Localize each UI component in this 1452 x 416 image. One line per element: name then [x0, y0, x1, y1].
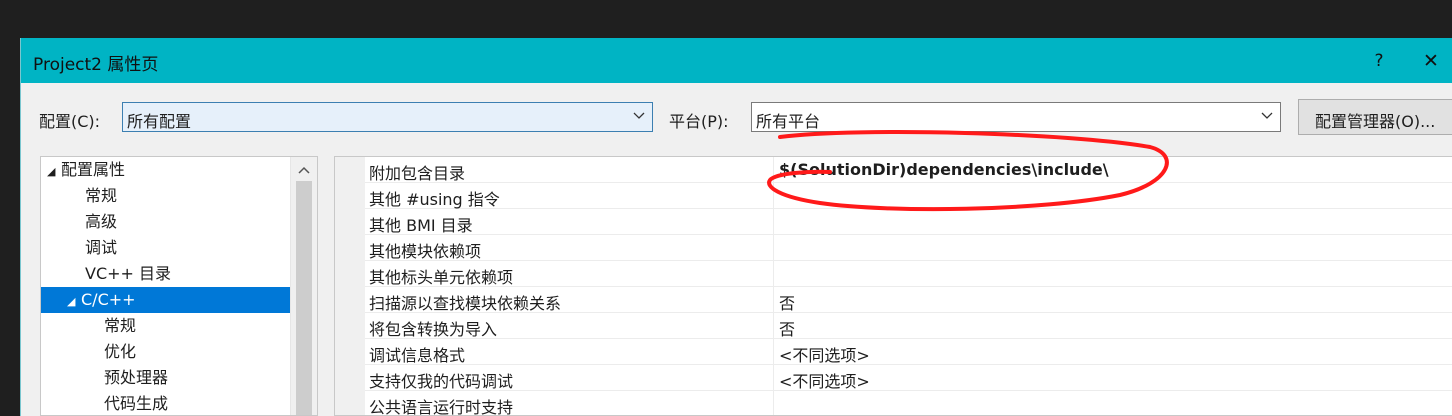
tree-item-config-properties[interactable]: ◢ 配置属性 [47, 157, 287, 183]
property-name: 其他标头单元依赖项 [369, 268, 514, 287]
column-divider [773, 313, 774, 339]
expander-icon[interactable]: ◢ [67, 289, 81, 315]
tree-item-optimization[interactable]: 优化 [104, 339, 136, 365]
property-name: 调试信息格式 [369, 346, 466, 365]
property-row[interactable]: 其他标头单元依赖项 [365, 261, 1452, 287]
configuration-manager-button[interactable]: 配置管理器(O)... [1298, 99, 1452, 135]
property-value[interactable]: 否 [779, 316, 795, 340]
scrollbar-thumb[interactable] [296, 181, 312, 415]
column-divider [773, 287, 774, 313]
property-name: 支持仅我的代码调试 [369, 372, 514, 391]
column-divider [773, 365, 774, 391]
property-row[interactable]: 其他 BMI 目录 [365, 209, 1452, 235]
property-value[interactable]: <不同选项> [779, 342, 870, 366]
config-label: 配置(C): [39, 112, 101, 131]
column-divider [773, 391, 774, 415]
configuration-manager-label: 配置管理器(O)... [1315, 112, 1436, 131]
platform-select-value: 所有平台 [756, 112, 821, 131]
property-row[interactable]: 其他 #using 指令 [365, 183, 1452, 209]
platform-select[interactable]: 所有平台 [751, 102, 1281, 132]
tree-scrollbar[interactable] [290, 157, 317, 415]
property-name: 附加包含目录 [369, 164, 466, 183]
column-divider [773, 339, 774, 365]
property-tree: ◢ 配置属性 常规 高级 调试 VC++ 目录 ◢ C/C++ 常规 优化 预处理器… [40, 156, 318, 416]
title-bar: Project2 属性页 ? ✕ [21, 38, 1452, 83]
property-value[interactable]: 否 [779, 290, 795, 314]
config-select-value: 所有配置 [127, 112, 192, 131]
column-divider [773, 157, 774, 183]
chevron-up-icon[interactable] [297, 163, 311, 177]
property-name: 将包含转换为导入 [369, 320, 498, 339]
tree-item-vc-directories[interactable]: VC++ 目录 [85, 261, 171, 287]
column-divider [773, 235, 774, 261]
property-row[interactable]: 公共语言运行时支持 [365, 391, 1452, 416]
tree-item-debugging[interactable]: 调试 [85, 235, 117, 261]
property-row[interactable]: 扫描源以查找模块依赖关系 否 [365, 287, 1452, 313]
tree-item-cpp[interactable]: ◢ C/C++ [41, 287, 290, 313]
tree-item-cpp-general[interactable]: 常规 [104, 313, 136, 339]
column-divider [773, 209, 774, 235]
column-divider [773, 183, 774, 209]
grid-gutter [335, 157, 365, 415]
platform-label: 平台(P): [669, 112, 729, 131]
property-pages-dialog: Project2 属性页 ? ✕ 配置(C): 所有配置 平台(P): 所有平台… [20, 38, 1452, 416]
config-select[interactable]: 所有配置 [122, 102, 653, 132]
property-row[interactable]: 支持仅我的代码调试 <不同选项> [365, 365, 1452, 391]
property-row[interactable]: 将包含转换为导入 否 [365, 313, 1452, 339]
tree-item-general[interactable]: 常规 [85, 183, 117, 209]
property-name: 公共语言运行时支持 [369, 398, 514, 416]
chevron-down-icon [633, 112, 645, 119]
property-name: 其他 BMI 目录 [369, 216, 473, 235]
property-row[interactable]: 附加包含目录 $(SolutionDir)dependencies\includ… [365, 157, 1452, 183]
property-name: 扫描源以查找模块依赖关系 [369, 294, 562, 313]
close-button[interactable]: ✕ [1423, 48, 1452, 74]
property-grid: 附加包含目录 $(SolutionDir)dependencies\includ… [334, 156, 1452, 416]
expander-icon[interactable]: ◢ [47, 159, 61, 185]
property-row[interactable]: 其他模块依赖项 [365, 235, 1452, 261]
column-divider [773, 261, 774, 287]
window-title: Project2 属性页 [33, 55, 159, 75]
property-name: 其他 #using 指令 [369, 190, 500, 209]
property-name: 其他模块依赖项 [369, 242, 482, 261]
property-value[interactable]: $(SolutionDir)dependencies\include\ [779, 160, 1109, 179]
help-button[interactable]: ? [1367, 48, 1391, 74]
property-row[interactable]: 调试信息格式 <不同选项> [365, 339, 1452, 365]
tree-item-preprocessor[interactable]: 预处理器 [104, 365, 168, 391]
chevron-down-icon [1261, 112, 1273, 119]
tree-item-advanced[interactable]: 高级 [85, 209, 117, 235]
tree-item-code-generation[interactable]: 代码生成 [104, 391, 168, 415]
property-value[interactable]: <不同选项> [779, 368, 870, 392]
